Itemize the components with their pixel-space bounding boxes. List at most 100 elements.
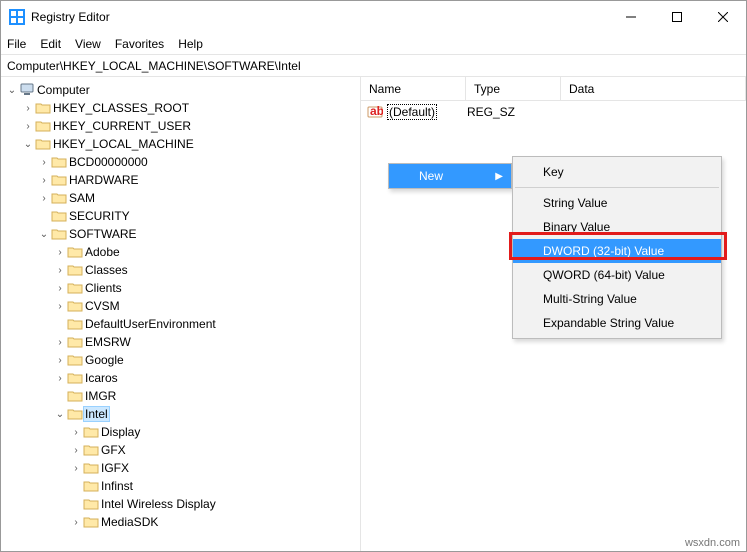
tree-cvsm[interactable]: › CVSM bbox=[1, 297, 360, 315]
minimize-button[interactable] bbox=[608, 1, 654, 33]
list-row[interactable]: ab (Default) REG_SZ bbox=[361, 103, 746, 121]
tree-label: IMGR bbox=[83, 389, 118, 403]
tree-google[interactable]: › Google bbox=[1, 351, 360, 369]
folder-icon bbox=[51, 173, 67, 187]
tree-label: Clients bbox=[83, 281, 124, 295]
expand-icon[interactable]: › bbox=[37, 157, 51, 168]
tree-adobe[interactable]: › Adobe bbox=[1, 243, 360, 261]
menu-item-binary[interactable]: Binary Value bbox=[513, 215, 721, 239]
tree-software[interactable]: ⌄ SOFTWARE bbox=[1, 225, 360, 243]
tree-igfx[interactable]: › IGFX bbox=[1, 459, 360, 477]
tree-gfx[interactable]: › GFX bbox=[1, 441, 360, 459]
col-name[interactable]: Name bbox=[361, 77, 466, 100]
tree-pane[interactable]: ⌄ Computer › HKEY_CLASSES_ROOT › HKEY_CU… bbox=[1, 77, 361, 551]
expand-icon[interactable]: › bbox=[21, 121, 35, 132]
menu-item-expandstring[interactable]: Expandable String Value bbox=[513, 311, 721, 335]
expand-icon[interactable]: › bbox=[53, 283, 67, 294]
tree-label: BCD00000000 bbox=[67, 155, 150, 169]
tree-iwd[interactable]: Intel Wireless Display bbox=[1, 495, 360, 513]
menu-item-new[interactable]: New ▶ bbox=[389, 164, 511, 188]
expand-icon[interactable]: ⌄ bbox=[21, 139, 35, 150]
expand-icon[interactable]: › bbox=[69, 427, 83, 438]
menu-file[interactable]: File bbox=[7, 37, 26, 51]
folder-icon bbox=[67, 317, 83, 331]
expand-icon[interactable]: › bbox=[69, 445, 83, 456]
expand-icon[interactable]: › bbox=[37, 193, 51, 204]
folder-icon bbox=[67, 371, 83, 385]
folder-icon bbox=[83, 443, 99, 457]
tree-hkcu[interactable]: › HKEY_CURRENT_USER bbox=[1, 117, 360, 135]
tree-defaultuserenv[interactable]: DefaultUserEnvironment bbox=[1, 315, 360, 333]
tree-security[interactable]: SECURITY bbox=[1, 207, 360, 225]
address-input[interactable] bbox=[7, 59, 740, 73]
expand-icon[interactable]: › bbox=[53, 355, 67, 366]
expand-icon[interactable]: › bbox=[53, 265, 67, 276]
maximize-button[interactable] bbox=[654, 1, 700, 33]
tree-hardware[interactable]: › HARDWARE bbox=[1, 171, 360, 189]
tree-display[interactable]: › Display bbox=[1, 423, 360, 441]
folder-icon bbox=[67, 389, 83, 403]
menu-item-key[interactable]: Key bbox=[513, 160, 721, 184]
folder-icon bbox=[51, 155, 67, 169]
value-type: REG_SZ bbox=[467, 105, 562, 119]
watermark: wsxdn.com bbox=[685, 537, 740, 549]
folder-icon bbox=[51, 227, 67, 241]
expand-icon[interactable]: ⌄ bbox=[37, 229, 51, 240]
expand-icon[interactable]: › bbox=[53, 247, 67, 258]
folder-icon bbox=[51, 191, 67, 205]
tree-icaros[interactable]: › Icaros bbox=[1, 369, 360, 387]
expand-icon[interactable]: › bbox=[53, 373, 67, 384]
tree-label: Adobe bbox=[83, 245, 122, 259]
folder-icon bbox=[67, 245, 83, 259]
tree-classes[interactable]: › Classes bbox=[1, 261, 360, 279]
col-type[interactable]: Type bbox=[466, 77, 561, 100]
menu-help[interactable]: Help bbox=[178, 37, 203, 51]
expand-icon[interactable]: › bbox=[53, 337, 67, 348]
expand-icon[interactable]: › bbox=[37, 175, 51, 186]
tree-label: GFX bbox=[99, 443, 128, 457]
expand-icon[interactable]: › bbox=[21, 103, 35, 114]
submenu-arrow-icon: ▶ bbox=[495, 171, 503, 182]
col-data[interactable]: Data bbox=[561, 77, 746, 100]
menu-separator bbox=[515, 187, 719, 188]
folder-icon bbox=[35, 101, 51, 115]
menu-item-qword[interactable]: QWORD (64-bit) Value bbox=[513, 263, 721, 287]
menu-view[interactable]: View bbox=[75, 37, 101, 51]
expand-icon[interactable]: ⌄ bbox=[53, 409, 67, 420]
list-pane[interactable]: Name Type Data ab (Default) REG_SZ New ▶… bbox=[361, 77, 746, 551]
menu-item-multistring[interactable]: Multi-String Value bbox=[513, 287, 721, 311]
close-button[interactable] bbox=[700, 1, 746, 33]
tree-sam[interactable]: › SAM bbox=[1, 189, 360, 207]
tree-label: HKEY_CLASSES_ROOT bbox=[51, 101, 191, 115]
tree-label: SECURITY bbox=[67, 209, 132, 223]
folder-icon bbox=[67, 407, 83, 421]
tree-intel[interactable]: ⌄ Intel bbox=[1, 405, 360, 423]
folder-icon bbox=[83, 425, 99, 439]
list-header: Name Type Data bbox=[361, 77, 746, 101]
menu-edit[interactable]: Edit bbox=[40, 37, 61, 51]
expand-icon[interactable]: › bbox=[53, 301, 67, 312]
tree-clients[interactable]: › Clients bbox=[1, 279, 360, 297]
expand-icon[interactable]: › bbox=[69, 463, 83, 474]
tree-mediasdk[interactable]: › MediaSDK bbox=[1, 513, 360, 531]
tree-label: HKEY_LOCAL_MACHINE bbox=[51, 137, 196, 151]
title-bar: Registry Editor bbox=[1, 1, 746, 33]
tree-imgr[interactable]: IMGR bbox=[1, 387, 360, 405]
menu-bar: File Edit View Favorites Help bbox=[1, 33, 746, 55]
tree-computer[interactable]: ⌄ Computer bbox=[1, 81, 360, 99]
expand-icon[interactable]: › bbox=[69, 517, 83, 528]
folder-icon bbox=[67, 263, 83, 277]
tree-bcd[interactable]: › BCD00000000 bbox=[1, 153, 360, 171]
tree-emsrw[interactable]: › EMSRW bbox=[1, 333, 360, 351]
tree-label: Intel bbox=[83, 406, 110, 422]
menu-item-dword[interactable]: DWORD (32-bit) Value bbox=[513, 239, 721, 263]
menu-item-string[interactable]: String Value bbox=[513, 191, 721, 215]
tree-hkcr[interactable]: › HKEY_CLASSES_ROOT bbox=[1, 99, 360, 117]
tree-label: Infinst bbox=[99, 479, 135, 493]
folder-icon bbox=[83, 515, 99, 529]
tree-infinst[interactable]: Infinst bbox=[1, 477, 360, 495]
tree-hklm[interactable]: ⌄ HKEY_LOCAL_MACHINE bbox=[1, 135, 360, 153]
expand-icon[interactable]: ⌄ bbox=[5, 85, 19, 96]
menu-favorites[interactable]: Favorites bbox=[115, 37, 164, 51]
tree-label: SAM bbox=[67, 191, 97, 205]
